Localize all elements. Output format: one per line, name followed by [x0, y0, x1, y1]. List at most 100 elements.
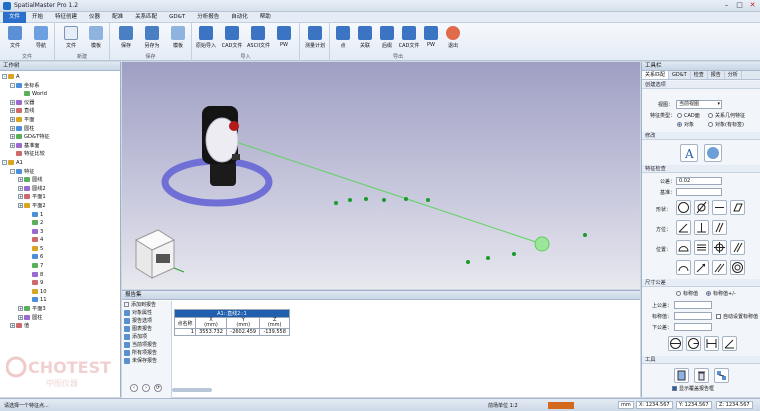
tree-item[interactable]: 4	[2, 236, 120, 245]
expand-icon[interactable]: +	[18, 194, 23, 200]
next-icon[interactable]: ›	[142, 384, 150, 392]
new-file-button[interactable]: 文件	[60, 26, 82, 52]
3d-viewport[interactable]	[122, 62, 640, 289]
report-option-current[interactable]: 当前项报告	[122, 341, 171, 349]
export-pw-button[interactable]: PW	[420, 26, 442, 52]
tree-item[interactable]: -A	[2, 73, 120, 82]
menu-help[interactable]: 帮助	[254, 12, 277, 23]
tree-item[interactable]: 9	[2, 279, 120, 288]
profile-surface-button[interactable]	[676, 240, 691, 255]
refresh-icon[interactable]: ⟳	[154, 384, 162, 392]
radius-button[interactable]	[686, 336, 701, 351]
tab-report[interactable]: 报告	[708, 71, 725, 79]
expand-icon[interactable]: +	[18, 177, 23, 183]
tree-item[interactable]: + 平面2	[2, 202, 120, 211]
angle-button[interactable]	[722, 336, 737, 351]
export-suffix-button[interactable]: 后缀	[376, 26, 398, 52]
radio-object-tagged[interactable]: 对象(有标签)	[708, 121, 744, 129]
radio-nominal[interactable]: 标称值	[676, 290, 698, 298]
raw-import-button[interactable]: 原始导入	[195, 26, 217, 52]
menu-automation[interactable]: 自动化	[225, 12, 254, 23]
tab-relation[interactable]: 关系匹配	[642, 71, 670, 79]
collapse-icon[interactable]: -	[10, 82, 15, 88]
straightness-button[interactable]	[712, 200, 727, 215]
radio-cad[interactable]: CAD面	[677, 112, 700, 120]
parallelism-button[interactable]	[712, 220, 727, 235]
report-option-all[interactable]: 所有项报告	[122, 349, 171, 357]
menu-start[interactable]: 开始	[26, 12, 49, 23]
upper-tol-input[interactable]	[674, 301, 712, 309]
tree-item[interactable]: 5	[2, 245, 120, 254]
concentricity-button[interactable]	[730, 260, 745, 275]
tree-item[interactable]: + GD&T特征	[2, 133, 120, 142]
expand-icon[interactable]: +	[10, 116, 15, 122]
view-select[interactable]: 当前视图 ▾	[676, 100, 722, 109]
tab-check[interactable]: 检查	[691, 71, 708, 79]
export-point-button[interactable]: 点	[332, 26, 354, 52]
tree-item[interactable]: 6	[2, 253, 120, 262]
navigate-button[interactable]: 导航	[30, 26, 52, 52]
new-template-button[interactable]: 模板	[85, 26, 107, 52]
tree-item[interactable]: + 圆柱	[2, 314, 120, 323]
tool-delete-button[interactable]	[694, 368, 709, 383]
import-cad-button[interactable]: CAD文件	[221, 26, 243, 52]
save-button[interactable]: 保存	[115, 26, 137, 52]
tree-item[interactable]: + 值	[2, 322, 120, 331]
report-option-unsaved[interactable]: 未保存报告	[122, 357, 171, 365]
report-option-properties[interactable]: 对象属性	[122, 309, 171, 317]
tree-item[interactable]: 8	[2, 271, 120, 280]
expand-icon[interactable]: +	[10, 323, 15, 329]
menu-relation[interactable]: 关系匹配	[129, 12, 163, 23]
tab-gdt[interactable]: GD&T	[669, 71, 691, 79]
menu-file[interactable]: 文件	[3, 11, 27, 23]
datum-input[interactable]	[676, 188, 722, 196]
maximize-icon[interactable]: □	[734, 1, 745, 10]
distance-button[interactable]	[704, 336, 719, 351]
minimize-icon[interactable]: –	[721, 1, 732, 10]
tree-item[interactable]: + 平面3	[2, 305, 120, 314]
report-option-settings[interactable]: 报告选项	[122, 317, 171, 325]
collapse-icon[interactable]: -	[2, 74, 7, 79]
save-template-button[interactable]: 模板	[167, 26, 189, 52]
import-pw-button[interactable]: PW	[273, 26, 295, 52]
report-option-add-item[interactable]: 添加项	[122, 333, 171, 341]
radio-object[interactable]: 对象	[677, 121, 694, 129]
lower-tol-input[interactable]	[674, 323, 712, 331]
tree-item[interactable]: - 特征	[2, 168, 120, 177]
file-button[interactable]: 文件	[4, 26, 26, 52]
tree-item[interactable]: + 圆线	[2, 176, 120, 185]
tree-item[interactable]: + 圆线2	[2, 185, 120, 194]
expand-icon[interactable]: +	[18, 306, 23, 312]
cylindricity-button[interactable]	[694, 200, 709, 215]
tree-item[interactable]: + 基准面	[2, 142, 120, 151]
scene-canvas[interactable]	[122, 62, 640, 289]
circular-runout-button[interactable]	[694, 260, 709, 275]
import-ascii-button[interactable]: ASCII文件	[247, 26, 270, 52]
expand-icon[interactable]: +	[18, 185, 23, 191]
angularity-button[interactable]	[676, 220, 691, 235]
total-runout-button[interactable]	[730, 240, 745, 255]
runout-double-button[interactable]	[712, 260, 727, 275]
collapse-icon[interactable]: -	[10, 168, 15, 174]
expand-icon[interactable]: +	[18, 202, 23, 208]
report-option-add[interactable]: 添加到报告	[122, 301, 171, 309]
tree-item[interactable]: 特征比较	[2, 150, 120, 159]
expand-icon[interactable]: +	[10, 108, 15, 114]
expand-icon[interactable]: +	[10, 99, 15, 105]
laser-tracker-model[interactable]	[202, 106, 240, 186]
tree-item[interactable]: + 圆柱	[2, 125, 120, 134]
auto-nominal-checkbox[interactable]: 自动设置标称值	[716, 313, 758, 321]
tree-item[interactable]: 11	[2, 296, 120, 305]
menu-registration[interactable]: 配准	[106, 12, 129, 23]
radio-nominal-plus-minus[interactable]: 标称值+/-	[706, 290, 736, 298]
prev-icon[interactable]: ‹	[130, 384, 138, 392]
tree-item[interactable]: + 平面1	[2, 193, 120, 202]
nominal-input[interactable]	[674, 312, 712, 320]
expand-icon[interactable]: +	[10, 125, 15, 131]
report-scrollbar[interactable]	[172, 387, 212, 393]
view-cube[interactable]	[134, 229, 185, 279]
table-row[interactable]: 1 3553.732 -2602.459 -139.558	[174, 328, 290, 336]
close-icon[interactable]: ✕	[747, 1, 758, 10]
tool-report-button[interactable]	[674, 368, 689, 383]
tree-item[interactable]: 1	[2, 211, 120, 220]
